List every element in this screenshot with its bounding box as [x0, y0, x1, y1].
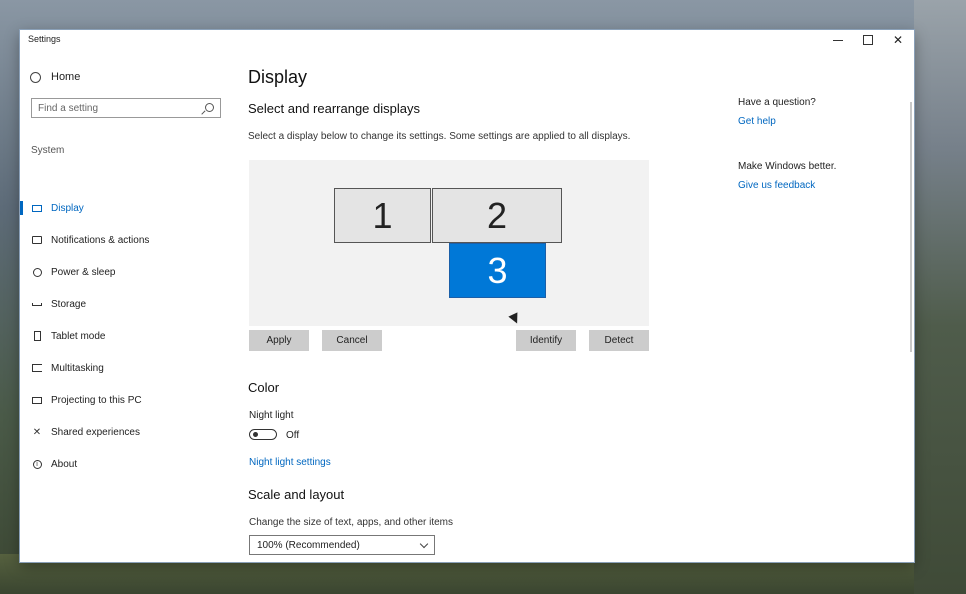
section-label-system: System: [31, 145, 65, 156]
sidebar: Home Find a setting System Display Notif…: [20, 50, 230, 562]
close-button[interactable]: ✕: [882, 30, 914, 50]
gear-icon: [30, 71, 41, 83]
window-title: Settings: [28, 34, 61, 44]
sidebar-item-display[interactable]: Display: [20, 199, 230, 217]
display-arrangement-area[interactable]: 1 2 3: [249, 160, 649, 326]
notification-icon: [31, 234, 43, 246]
sidebar-item-multitasking[interactable]: Multitasking: [20, 359, 230, 377]
sidebar-item-projecting[interactable]: Projecting to this PC: [20, 391, 230, 409]
toggle-knob: [253, 432, 258, 437]
arrange-description: Select a display below to change its set…: [248, 131, 631, 142]
shared-experiences-icon: ✕: [32, 426, 42, 438]
search-placeholder: Find a setting: [38, 102, 99, 114]
scale-description: Change the size of text, apps, and other…: [249, 517, 454, 528]
sidebar-item-label: About: [51, 458, 78, 470]
night-light-toggle[interactable]: [249, 429, 277, 440]
search-input[interactable]: Find a setting: [31, 98, 221, 118]
settings-window: Settings ✕ Home Find a setting System Di…: [20, 30, 914, 562]
identify-button[interactable]: Identify: [516, 330, 576, 351]
vertical-scrollbar[interactable]: [910, 102, 912, 352]
color-heading: Color: [248, 380, 280, 395]
about-icon: i: [31, 458, 43, 470]
monitor-2[interactable]: 2: [432, 188, 562, 243]
night-light-label: Night light: [249, 410, 294, 421]
get-help-link[interactable]: Get help: [738, 116, 776, 127]
detect-button[interactable]: Detect: [589, 330, 649, 351]
night-light-state: Off: [286, 430, 300, 441]
sidebar-item-power[interactable]: Power & sleep: [20, 263, 230, 281]
sidebar-item-label: Notifications & actions: [51, 234, 150, 246]
monitor-1[interactable]: 1: [334, 188, 431, 243]
minimize-icon: [833, 39, 843, 41]
maximize-icon: [863, 35, 873, 45]
scale-heading: Scale and layout: [248, 487, 345, 502]
question-text: Have a question?: [738, 97, 816, 108]
maximize-button[interactable]: [852, 30, 884, 50]
cancel-button[interactable]: Cancel: [322, 330, 382, 351]
search-icon: [205, 103, 214, 112]
storage-icon: [31, 298, 43, 310]
close-icon: ✕: [892, 33, 904, 47]
multitasking-icon: [31, 362, 43, 374]
apply-button[interactable]: Apply: [249, 330, 309, 351]
sidebar-item-label: Multitasking: [51, 362, 104, 374]
sidebar-item-about[interactable]: i About: [20, 455, 230, 473]
scale-dropdown-value: 100% (Recommended): [257, 539, 360, 551]
page-title: Display: [248, 67, 308, 87]
projecting-icon: [31, 394, 43, 406]
sidebar-item-label: Power & sleep: [51, 266, 116, 278]
monitor-icon: [31, 202, 43, 214]
active-indicator: [20, 201, 23, 215]
title-bar: Settings ✕: [20, 30, 914, 50]
sidebar-item-label: Display: [51, 202, 84, 214]
power-icon: [31, 266, 43, 278]
sidebar-item-tablet-mode[interactable]: Tablet mode: [20, 327, 230, 345]
minimize-button[interactable]: [822, 30, 854, 50]
home-link[interactable]: Home: [30, 68, 80, 86]
sidebar-item-notifications[interactable]: Notifications & actions: [20, 231, 230, 249]
sidebar-item-label: Projecting to this PC: [51, 394, 142, 406]
give-feedback-link[interactable]: Give us feedback: [738, 180, 815, 191]
sidebar-item-shared-experiences[interactable]: ✕ Shared experiences: [20, 423, 230, 441]
sidebar-item-label: Storage: [51, 298, 87, 310]
sidebar-item-storage[interactable]: Storage: [20, 295, 230, 313]
chevron-down-icon: [419, 539, 429, 549]
tablet-icon: [31, 330, 43, 342]
make-windows-better-text: Make Windows better.: [738, 161, 837, 172]
arrange-heading: Select and rearrange displays: [248, 101, 420, 116]
sidebar-item-label: Tablet mode: [51, 330, 106, 342]
night-light-settings-link[interactable]: Night light settings: [249, 457, 331, 468]
monitor-3[interactable]: 3: [449, 243, 546, 298]
home-label: Home: [51, 71, 81, 83]
scale-dropdown[interactable]: 100% (Recommended): [249, 535, 435, 555]
sidebar-item-label: Shared experiences: [51, 426, 140, 438]
desktop-background-right: [914, 0, 966, 594]
main-content: Display Select and rearrange displays Se…: [248, 50, 678, 562]
